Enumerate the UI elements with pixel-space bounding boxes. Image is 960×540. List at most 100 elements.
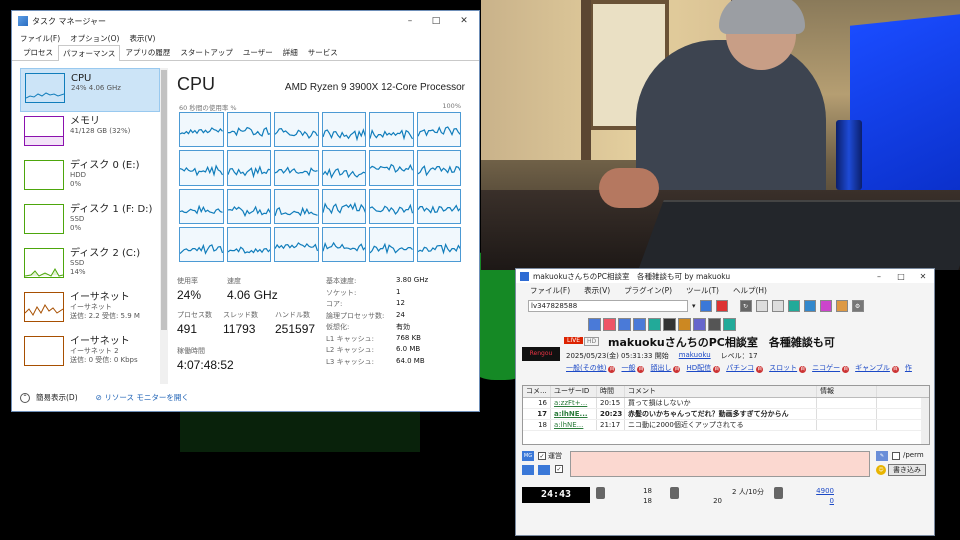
- toggle-icon[interactable]: [693, 317, 706, 331]
- toggle-icon[interactable]: [708, 317, 721, 331]
- list-icon[interactable]: [538, 465, 550, 475]
- tag-item[interactable]: 一般百: [621, 363, 645, 373]
- column-header[interactable]: コメント: [625, 386, 817, 397]
- dropdown-arrow-icon[interactable]: ▾: [692, 302, 696, 310]
- dictionary-icon[interactable]: 百: [673, 366, 681, 373]
- comment-user[interactable]: a:zzFt+...: [551, 398, 597, 408]
- dictionary-icon[interactable]: 百: [756, 366, 764, 373]
- mode-icon[interactable]: MG: [522, 451, 534, 461]
- color-checkbox[interactable]: ✓: [555, 465, 563, 473]
- tag-label[interactable]: ギャンブル: [855, 364, 890, 372]
- post-button[interactable]: 書き込み: [888, 464, 926, 476]
- dictionary-icon[interactable]: 百: [637, 366, 645, 373]
- toggle-icon[interactable]: [588, 317, 601, 331]
- resource-item-memory[interactable]: メモリ 41/128 GB (32%): [20, 112, 160, 156]
- refresh-icon[interactable]: ↻: [739, 300, 752, 312]
- tab-processes[interactable]: プロセス: [18, 44, 58, 60]
- dictionary-icon[interactable]: 百: [713, 366, 721, 373]
- menu-view[interactable]: 表示(V): [584, 285, 610, 296]
- tag-label[interactable]: パチンコ: [726, 364, 754, 372]
- dictionary-icon[interactable]: 百: [799, 366, 807, 373]
- tag-label[interactable]: 顔出し: [650, 364, 671, 372]
- tag-label[interactable]: 作: [905, 364, 912, 372]
- menu-help[interactable]: ヘルプ(H): [733, 285, 767, 296]
- plugin-icon[interactable]: [819, 300, 832, 312]
- task-manager-titlebar[interactable]: タスク マネージャー – □ ✕: [12, 11, 479, 31]
- tag-label[interactable]: HD配信: [686, 364, 711, 372]
- resource-item-ethernet1[interactable]: イーサネット イーサネット 送信: 2.2 受信: 5.9 M: [20, 288, 160, 332]
- command-icon[interactable]: [522, 465, 534, 475]
- maximize-button[interactable]: □: [890, 269, 912, 283]
- comment-viewer-titlebar[interactable]: makuokuさんちのPC相談室 各種雑談も可 by makuoku – □ ✕: [516, 269, 934, 283]
- resource-item-cpu[interactable]: CPU 24% 4.06 GHz: [20, 68, 160, 112]
- connect-icon[interactable]: [699, 300, 712, 312]
- blank-icon[interactable]: [755, 300, 768, 312]
- fewer-details-link[interactable]: 簡易表示(D): [36, 392, 78, 403]
- points-a[interactable]: 4900: [806, 487, 834, 495]
- comment-table-scrollbar[interactable]: [921, 398, 929, 444]
- toggle-icon[interactable]: [678, 317, 691, 331]
- tag-label[interactable]: 一般(その他): [566, 364, 606, 372]
- comment-row[interactable]: 18 a:lhNE... 21:17 ニコ動に2000個近くアップされてる: [523, 420, 929, 431]
- toggle-icon[interactable]: [723, 317, 736, 331]
- comment-user[interactable]: a:lhNE...: [551, 409, 597, 419]
- tag-item[interactable]: 顔出し百: [650, 363, 681, 373]
- menu-file[interactable]: ファイル(F): [20, 33, 60, 44]
- menu-options[interactable]: オプション(O): [70, 33, 119, 44]
- resource-item-ethernet2[interactable]: イーサネット イーサネット 2 送信: 0 受信: 0 Kbps: [20, 332, 160, 376]
- plugin-icon[interactable]: [803, 300, 816, 312]
- toggle-icon[interactable]: [648, 317, 661, 331]
- tab-users[interactable]: ユーザー: [238, 44, 278, 60]
- tag-item[interactable]: スロット百: [769, 363, 807, 373]
- tag-item[interactable]: ニコゲー百: [812, 363, 850, 373]
- resource-monitor-link[interactable]: ⊘ リソース モニターを開く: [96, 392, 189, 403]
- tag-item[interactable]: パチンコ百: [726, 363, 764, 373]
- points-b[interactable]: 0: [806, 497, 834, 505]
- minimize-button[interactable]: –: [868, 269, 890, 283]
- tag-item[interactable]: 作: [905, 363, 912, 373]
- tag-item[interactable]: 一般(その他) 百: [566, 363, 616, 373]
- comment-row[interactable]: 16 a:zzFt+... 20:15 買って損はしないか: [523, 398, 929, 409]
- owner-link[interactable]: makuoku: [679, 351, 711, 361]
- perm-checkbox[interactable]: [892, 452, 900, 460]
- tag-label[interactable]: 一般: [621, 364, 635, 372]
- emoji-icon[interactable]: ☺: [876, 465, 886, 475]
- menu-file[interactable]: ファイル(F): [530, 285, 570, 296]
- toggle-icon[interactable]: [663, 317, 676, 331]
- column-header[interactable]: ユーザーID: [551, 386, 597, 397]
- edit-icon[interactable]: ✎: [876, 451, 888, 461]
- dictionary-icon[interactable]: 百: [842, 366, 850, 373]
- menu-tools[interactable]: ツール(T): [686, 285, 719, 296]
- blank-icon[interactable]: [771, 300, 784, 312]
- settings-icon[interactable]: ⚙: [851, 300, 864, 312]
- resource-list-scrollbar[interactable]: [160, 68, 168, 384]
- tab-startup[interactable]: スタートアップ: [175, 44, 238, 60]
- column-header[interactable]: コメ...: [523, 386, 551, 397]
- minimize-button[interactable]: –: [397, 11, 423, 31]
- disconnect-icon[interactable]: [715, 300, 728, 312]
- anonymous-checkbox[interactable]: ✓: [538, 452, 546, 460]
- tab-services[interactable]: サービス: [303, 44, 343, 60]
- tag-item[interactable]: ギャンブル百: [855, 363, 899, 373]
- resource-item-disk2[interactable]: ディスク 2 (C:) SSD 14%: [20, 244, 160, 288]
- chevron-up-icon[interactable]: ⌃: [20, 392, 30, 403]
- resource-item-disk0[interactable]: ディスク 0 (E:) HDD 0%: [20, 156, 160, 200]
- menu-view[interactable]: 表示(V): [129, 33, 155, 44]
- dictionary-icon[interactable]: 百: [891, 366, 899, 373]
- tab-details[interactable]: 詳細: [278, 44, 303, 60]
- toggle-icon[interactable]: [603, 317, 616, 331]
- column-header[interactable]: 情報: [817, 386, 877, 397]
- menu-plugin[interactable]: プラグイン(P): [624, 285, 672, 296]
- column-header[interactable]: 時間: [597, 386, 625, 397]
- plugin-icon[interactable]: [835, 300, 848, 312]
- maximize-button[interactable]: □: [423, 11, 449, 31]
- resource-item-disk1[interactable]: ディスク 1 (F: D:) SSD 0%: [20, 200, 160, 244]
- comment-row[interactable]: 17 a:lhNE... 20:23 赤髪のいかちゃんってだれ？動画多すぎて分からん: [523, 409, 929, 420]
- tab-app-history[interactable]: アプリの履歴: [120, 44, 175, 60]
- tag-label[interactable]: ニコゲー: [812, 364, 840, 372]
- dictionary-icon[interactable]: 百: [608, 366, 616, 373]
- tag-label[interactable]: スロット: [769, 364, 797, 372]
- plugin-icon[interactable]: [787, 300, 800, 312]
- comment-user[interactable]: a:lhNE...: [551, 420, 597, 430]
- toggle-icon[interactable]: [618, 317, 631, 331]
